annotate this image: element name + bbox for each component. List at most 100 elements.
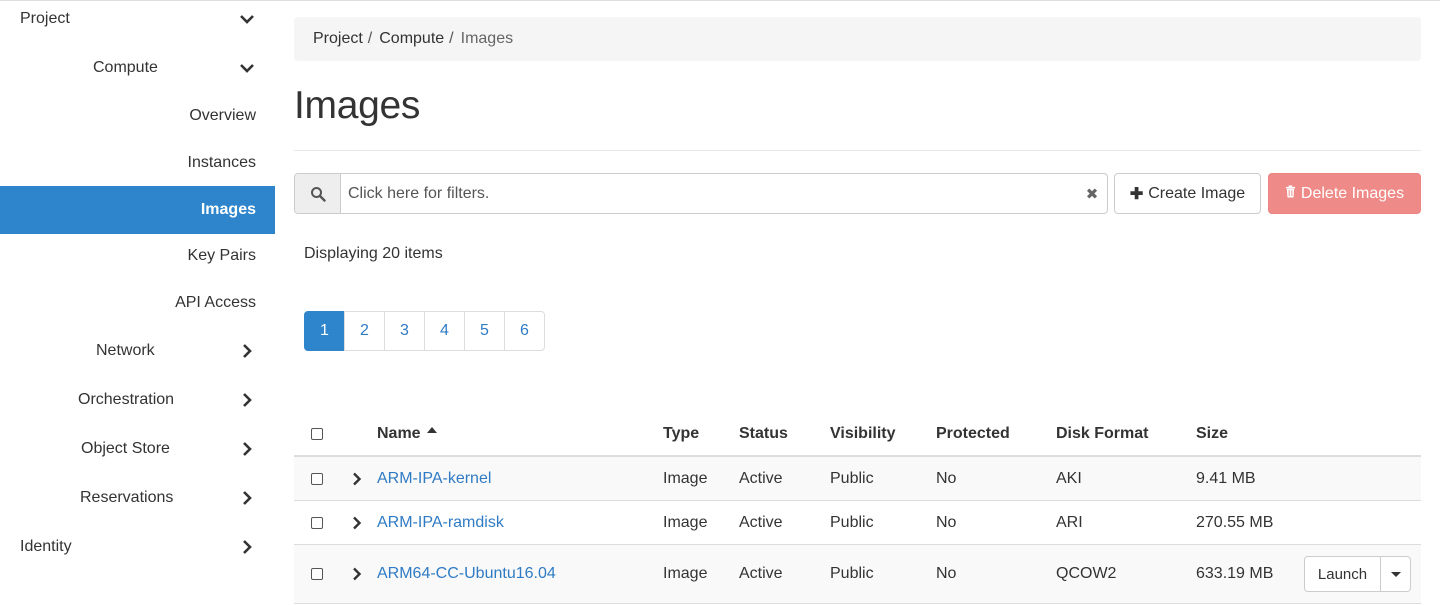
image-status: Active [739, 469, 783, 487]
image-protected: No [936, 513, 957, 531]
column-header-protected[interactable]: Protected [936, 412, 1010, 455]
sidebar-item-images[interactable]: Images [0, 186, 275, 234]
sidebar-item-label: Reservations [80, 489, 174, 506]
sidebar: Project Compute Overview Instances Image… [0, 0, 275, 605]
table-row: ARM64-CC-Ubuntu16.04 Image Active Public… [294, 545, 1421, 604]
chevron-right-icon [239, 490, 255, 506]
chevron-right-icon [239, 539, 255, 555]
page-link-3[interactable]: 3 [384, 311, 425, 351]
chevron-right-icon[interactable] [350, 457, 364, 500]
chevron-right-icon [239, 392, 255, 408]
launch-button[interactable]: Launch [1304, 556, 1381, 592]
page-link-1[interactable]: 1 [304, 311, 345, 351]
sidebar-item-network[interactable]: Network [0, 331, 275, 371]
filter-bar: ✖ [294, 173, 1108, 214]
sidebar-item-label: Network [96, 342, 155, 359]
delete-images-label: Delete Images [1300, 184, 1405, 202]
image-type: Image [663, 469, 708, 487]
image-name-link[interactable]: ARM-IPA-ramdisk [377, 501, 504, 544]
image-status: Active [739, 513, 783, 531]
trash-icon [1285, 184, 1296, 203]
sidebar-item-label: API Access [175, 294, 256, 311]
image-disk-format: AKI [1056, 469, 1082, 487]
breadcrumb-compute[interactable]: Compute [379, 30, 444, 48]
page-link-6[interactable]: 6 [504, 311, 545, 351]
breadcrumb-separator: / [367, 30, 373, 47]
chevron-right-icon[interactable] [350, 501, 364, 544]
table-row: ARM-IPA-ramdisk Image Active Public No A… [294, 501, 1421, 545]
column-header-type[interactable]: Type [663, 412, 699, 455]
row-checkbox[interactable] [311, 501, 323, 544]
search-icon[interactable] [295, 174, 341, 213]
close-icon[interactable]: ✖ [1077, 174, 1107, 213]
chevron-down-icon [239, 60, 255, 76]
sidebar-item-instances[interactable]: Instances [0, 143, 275, 183]
row-checkbox[interactable] [311, 545, 323, 603]
sidebar-item-label: Overview [189, 107, 256, 124]
chevron-down-icon [239, 11, 255, 27]
plus-icon: ✚ [1129, 185, 1144, 203]
sidebar-item-project[interactable]: Project [0, 0, 275, 38]
sidebar-item-label: Object Store [81, 440, 170, 457]
image-disk-format: QCOW2 [1056, 565, 1117, 582]
column-header-visibility[interactable]: Visibility [830, 412, 896, 455]
sidebar-item-compute[interactable]: Compute [0, 48, 275, 88]
page-link-4[interactable]: 4 [424, 311, 465, 351]
images-table: Name Type Status Visibility Protected Di… [294, 412, 1421, 604]
create-image-label: Create Image [1148, 184, 1246, 202]
breadcrumb-project[interactable]: Project [313, 30, 363, 48]
table-header: Name Type Status Visibility Protected Di… [294, 412, 1421, 457]
launch-button-group: Launch [1304, 556, 1411, 592]
sidebar-item-label: Key Pairs [187, 247, 256, 264]
sidebar-item-label: Images [200, 201, 256, 218]
image-size: 633.19 MB [1196, 565, 1274, 582]
sidebar-item-label: Identity [20, 538, 72, 555]
delete-images-button[interactable]: Delete Images [1268, 173, 1421, 214]
select-all-checkbox[interactable] [311, 412, 323, 455]
sidebar-item-identity[interactable]: Identity [0, 527, 275, 567]
sidebar-item-object-store[interactable]: Object Store [0, 429, 275, 469]
caret-down-icon[interactable] [1381, 556, 1411, 592]
column-header-disk-format[interactable]: Disk Format [1056, 412, 1148, 455]
pagination: 1 2 3 4 5 6 [304, 311, 545, 351]
page-title: Images [294, 84, 421, 127]
sidebar-item-label: Orchestration [78, 391, 175, 408]
create-image-button[interactable]: ✚ Create Image [1114, 173, 1261, 214]
chevron-right-icon [239, 441, 255, 457]
sidebar-item-label: Project [20, 10, 70, 27]
item-count: Displaying 20 items [304, 245, 443, 262]
image-visibility: Public [830, 513, 874, 531]
title-divider [294, 150, 1421, 151]
image-size: 9.41 MB [1196, 469, 1256, 487]
image-type: Image [663, 565, 708, 582]
image-size: 270.55 MB [1196, 513, 1274, 531]
chevron-right-icon[interactable] [350, 545, 364, 603]
sort-ascending-icon [426, 426, 437, 433]
image-visibility: Public [830, 469, 874, 487]
sidebar-item-label: Instances [187, 154, 256, 171]
row-checkbox[interactable] [311, 457, 323, 500]
sidebar-item-label: Compute [93, 59, 158, 76]
table-row: ARM-IPA-kernel Image Active Public No AK… [294, 457, 1421, 501]
breadcrumb: Project / Compute / Images [294, 17, 1421, 61]
breadcrumb-separator: / [449, 30, 454, 47]
sidebar-item-overview[interactable]: Overview [0, 96, 275, 136]
column-header-name[interactable]: Name [377, 412, 437, 455]
image-status: Active [739, 565, 783, 582]
sidebar-item-reservations[interactable]: Reservations [0, 478, 275, 518]
filter-input[interactable] [341, 174, 1077, 213]
sidebar-item-key-pairs[interactable]: Key Pairs [0, 236, 275, 276]
image-name-link[interactable]: ARM-IPA-kernel [377, 457, 491, 500]
sidebar-item-orchestration[interactable]: Orchestration [0, 380, 275, 420]
image-protected: No [936, 565, 957, 582]
column-header-status[interactable]: Status [739, 412, 788, 455]
image-name-link[interactable]: ARM64-CC-Ubuntu16.04 [377, 545, 556, 603]
image-visibility: Public [830, 565, 874, 582]
page-link-5[interactable]: 5 [464, 311, 505, 351]
sidebar-item-api-access[interactable]: API Access [0, 283, 275, 323]
image-disk-format: ARI [1056, 513, 1083, 531]
page-link-2[interactable]: 2 [344, 311, 385, 351]
image-type: Image [663, 513, 708, 531]
column-header-label: Name [377, 424, 421, 442]
column-header-size[interactable]: Size [1196, 412, 1228, 455]
